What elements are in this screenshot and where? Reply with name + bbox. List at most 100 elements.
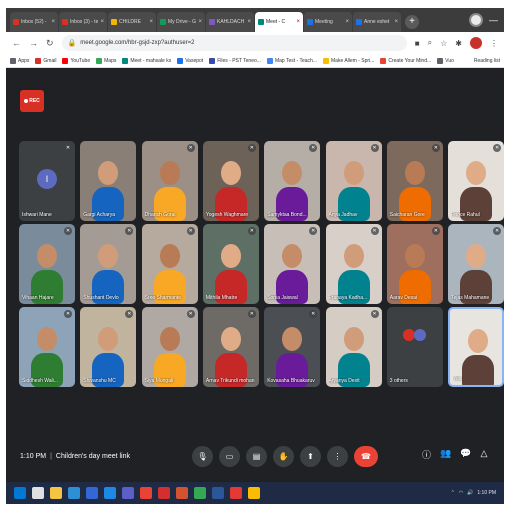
others-avatar (402, 329, 415, 341)
participant-tile[interactable]: ✕ Samyktaa Bond... (264, 141, 321, 221)
browser-tab[interactable]: Inbox (3) - te × (59, 12, 107, 32)
tab-close-icon[interactable]: × (394, 19, 398, 25)
bookmark-item[interactable]: Apps (10, 57, 29, 64)
self-video-tile[interactable]: You (448, 307, 505, 387)
teams-icon[interactable] (122, 487, 134, 499)
browser-tab[interactable]: Inbox (52) - × (10, 12, 58, 32)
store-icon[interactable] (86, 487, 98, 499)
tab-close-icon[interactable]: × (247, 19, 251, 25)
tray-clock[interactable]: 1:10 PM (477, 490, 496, 496)
more-options-button[interactable]: ⋮ (327, 446, 348, 467)
mic-button[interactable]: 🎙 (192, 446, 213, 467)
star-icon[interactable]: ☆ (440, 39, 447, 48)
extensions-icon[interactable]: ✱ (455, 39, 462, 48)
meeting-info: 1:10 PM | Children's day meet link (20, 453, 130, 460)
mic-off-icon: ✕ (64, 310, 72, 318)
others-tile[interactable]: 3 others (386, 307, 443, 387)
browser-tab[interactable]: KAHLDACH × (206, 12, 254, 32)
tab-close-icon[interactable]: × (100, 19, 104, 25)
powerpoint-icon[interactable] (176, 487, 188, 499)
bookmark-item[interactable]: Meet - mahsale ks (122, 57, 172, 64)
acrobat-icon[interactable] (230, 487, 242, 499)
browser-tab[interactable]: Meeting × (304, 12, 352, 32)
word-icon[interactable] (212, 487, 224, 499)
windows-taskbar: ⌃ ◠ 🔊 1:10 PM (6, 482, 504, 504)
participant-tile[interactable]: ✕ Prince Rahul (448, 141, 505, 221)
minimize-icon[interactable]: — (489, 15, 498, 25)
bookmark-item[interactable]: YouTube (62, 57, 90, 64)
bookmark-item[interactable]: Files - PST Teneo... (209, 57, 261, 64)
participant-tile[interactable]: ✕ Pranaya Kadha... (325, 224, 382, 304)
participant-tile[interactable]: ✕ Arnav Trikundi mohan (202, 307, 259, 387)
zoom-icon[interactable]: ⌕ (428, 38, 432, 48)
participant-tile[interactable]: ✕ Siya Mungali (141, 307, 198, 387)
profile-avatar-icon[interactable] (470, 37, 482, 49)
browser-tab[interactable]: CHILDRE × (108, 12, 156, 32)
edge-icon[interactable] (68, 487, 80, 499)
tab-close-icon[interactable]: × (149, 19, 153, 25)
bookmark-item[interactable]: Map Test - Teach... (266, 57, 317, 64)
participant-tile[interactable]: ✕ Yogesh Waghmare (202, 141, 259, 221)
new-tab-button[interactable]: + (405, 15, 419, 29)
participant-tile[interactable]: ✕ Shivanshu MC (80, 307, 137, 387)
camera-button[interactable]: ▭ (219, 446, 240, 467)
browser-profile-icon[interactable] (469, 13, 483, 27)
participant-tile[interactable]: ✕ Sree Sharmante (141, 224, 198, 304)
back-icon[interactable]: ← (12, 38, 21, 48)
bookmark-item[interactable]: Gmail (35, 57, 56, 64)
bookmark-label: Create Your Mind... (388, 57, 432, 64)
reload-icon[interactable]: ↻ (46, 38, 54, 49)
chrome-2-icon[interactable] (194, 487, 206, 499)
people-icon[interactable]: 👥 (440, 448, 451, 461)
info-icon[interactable]: ⓘ (422, 448, 431, 461)
participant-tile[interactable]: I ✕ Ishwari Mane (19, 141, 75, 221)
tab-close-icon[interactable]: × (296, 19, 300, 25)
tab-close-icon[interactable]: × (345, 19, 349, 25)
tray-chevron-icon[interactable]: ⌃ (451, 490, 455, 496)
bookmark-item[interactable]: Maps (96, 57, 116, 64)
participant-tile[interactable]: ✕ Anya Jadhav (325, 141, 382, 221)
start-icon[interactable] (14, 487, 26, 499)
participant-tile[interactable]: ✕ Kovasaha Bhuakaruv (264, 307, 321, 387)
bookmark-label: Meet - mahsale ks (130, 57, 172, 64)
raise-hand-button[interactable]: ✋ (273, 446, 294, 467)
browser-tab[interactable]: My Drive - Go × (157, 12, 205, 32)
opera-icon[interactable] (158, 487, 170, 499)
captions-button[interactable]: ▤ (246, 446, 267, 467)
participant-tile[interactable]: ✕ Dhansh Gorai (141, 141, 198, 221)
bookmark-item[interactable]: Vuo (437, 57, 454, 64)
tab-close-icon[interactable]: × (198, 19, 202, 25)
participant-tile[interactable]: Gargi Acharya (80, 141, 137, 221)
tab-close-icon[interactable]: × (51, 19, 55, 25)
forward-icon[interactable]: → (29, 38, 38, 48)
wifi-icon[interactable]: ◠ (459, 490, 463, 496)
menu-icon[interactable]: ⋮ (490, 39, 498, 48)
participant-tile[interactable]: ✕ Saicharan Gore (386, 141, 443, 221)
mail-icon[interactable] (104, 487, 116, 499)
present-button[interactable]: ⬆ (300, 446, 321, 467)
address-bar[interactable]: 🔒 meet.google.com/hbr-gsjd-zxp?authuser=… (61, 35, 407, 51)
participant-tile[interactable]: ✕ Vihaan Hajare (19, 224, 75, 304)
bookmark-reading-list[interactable]: Reading list (474, 58, 500, 64)
bookmark-item[interactable]: Create Your Mind... (380, 57, 432, 64)
file-explorer-icon[interactable] (50, 487, 62, 499)
bookmark-item[interactable]: Make Allem - Spri... (323, 57, 374, 64)
browser-tab[interactable]: Anne eshet × (353, 12, 401, 32)
camera-permission-icon[interactable]: ■ (415, 39, 420, 48)
participant-tile[interactable]: ✕ Siddhesh Wali... (19, 307, 75, 387)
activities-icon[interactable]: △ (480, 448, 487, 461)
volume-icon[interactable]: 🔊 (467, 490, 473, 496)
chrome-3-icon[interactable] (248, 487, 260, 499)
search-icon[interactable] (32, 487, 44, 499)
chrome-icon[interactable] (140, 487, 152, 499)
participant-tile[interactable]: ✕ Shushant Devlo (80, 224, 137, 304)
participant-tile[interactable]: ✕ Aryanya Dexit (325, 307, 382, 387)
chat-icon[interactable]: 💬 (460, 448, 471, 461)
bookmark-item[interactable]: Vasepot (177, 57, 203, 64)
end-call-button[interactable]: ☎ (354, 446, 378, 467)
participant-tile[interactable]: ✕ Sonia Jaiswal (264, 224, 321, 304)
participant-tile[interactable]: ✕ Mithila Mhatre (202, 224, 259, 304)
browser-tab[interactable]: Meet - C × (255, 12, 303, 32)
participant-tile[interactable]: ✕ Aarav Desai (386, 224, 443, 304)
participant-tile[interactable]: ✕ Tejas Mahamane (448, 224, 505, 304)
